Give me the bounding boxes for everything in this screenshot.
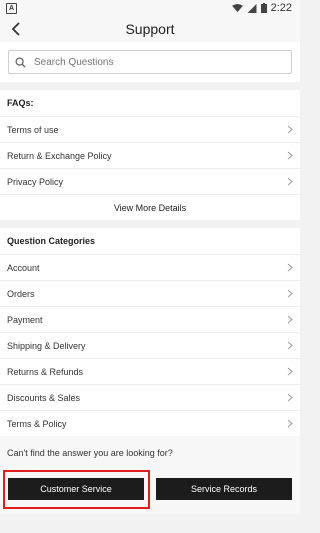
chevron-right-icon	[287, 315, 293, 324]
faqs-section: FAQs: Terms of use Return & Exchange Pol…	[0, 90, 300, 220]
footer-buttons: Customer Service Service Records	[0, 470, 300, 514]
chevron-right-icon	[287, 151, 293, 160]
signal-icon	[247, 3, 257, 13]
faqs-title: FAQs:	[7, 98, 34, 108]
chevron-right-icon	[287, 341, 293, 350]
category-item-shipping-delivery[interactable]: Shipping & Delivery	[0, 332, 300, 358]
chevron-left-icon[interactable]	[8, 20, 26, 38]
faq-item-terms-of-use[interactable]: Terms of use	[0, 116, 300, 142]
category-item-discounts-sales[interactable]: Discounts & Sales	[0, 384, 300, 410]
category-item-label: Account	[7, 262, 40, 273]
category-item-label: Orders	[7, 288, 35, 299]
chevron-right-icon	[287, 125, 293, 134]
category-item-label: Shipping & Delivery	[7, 340, 86, 351]
category-item-payment[interactable]: Payment	[0, 306, 300, 332]
page-title: Support	[125, 21, 175, 37]
category-item-label: Payment	[7, 314, 43, 325]
categories-section: Question Categories Account Orders Payme…	[0, 228, 300, 436]
status-bar: A 2:22	[0, 0, 300, 16]
faq-item-return-exchange[interactable]: Return & Exchange Policy	[0, 142, 300, 168]
faq-item-privacy-policy[interactable]: Privacy Policy	[0, 168, 300, 194]
faq-item-label: Privacy Policy	[7, 176, 64, 187]
battery-icon	[260, 3, 267, 13]
category-item-label: Discounts & Sales	[7, 392, 81, 403]
highlight-box	[3, 470, 150, 509]
categories-title: Question Categories	[7, 236, 96, 246]
faq-item-label: Return & Exchange Policy	[7, 150, 112, 161]
status-time: 2:22	[270, 2, 292, 14]
chevron-right-icon	[287, 263, 293, 272]
chevron-right-icon	[287, 419, 293, 428]
footer-section: Can't find the answer you are looking fo…	[0, 436, 300, 514]
faq-item-label: Terms of use	[7, 124, 59, 135]
header: Support	[0, 16, 300, 42]
category-item-account[interactable]: Account	[0, 254, 300, 280]
category-item-label: Terms & Policy	[7, 418, 67, 429]
chevron-right-icon	[287, 177, 293, 186]
chevron-right-icon	[287, 367, 293, 376]
search-container	[0, 42, 300, 82]
view-more-details-link[interactable]: View More Details	[0, 194, 300, 220]
help-prompt: Can't find the answer you are looking fo…	[7, 448, 173, 458]
category-item-terms-policy[interactable]: Terms & Policy	[0, 410, 300, 436]
search-input[interactable]	[32, 55, 256, 69]
category-item-label: Returns & Refunds	[7, 366, 84, 377]
chevron-right-icon	[287, 289, 293, 298]
service-records-button[interactable]: Service Records	[156, 478, 292, 500]
search-box[interactable]	[8, 50, 292, 74]
category-item-orders[interactable]: Orders	[0, 280, 300, 306]
category-item-returns-refunds[interactable]: Returns & Refunds	[0, 358, 300, 384]
search-icon	[15, 56, 26, 68]
notification-icon: A	[6, 2, 17, 14]
wifi-icon	[231, 3, 243, 12]
chevron-right-icon	[287, 393, 293, 402]
